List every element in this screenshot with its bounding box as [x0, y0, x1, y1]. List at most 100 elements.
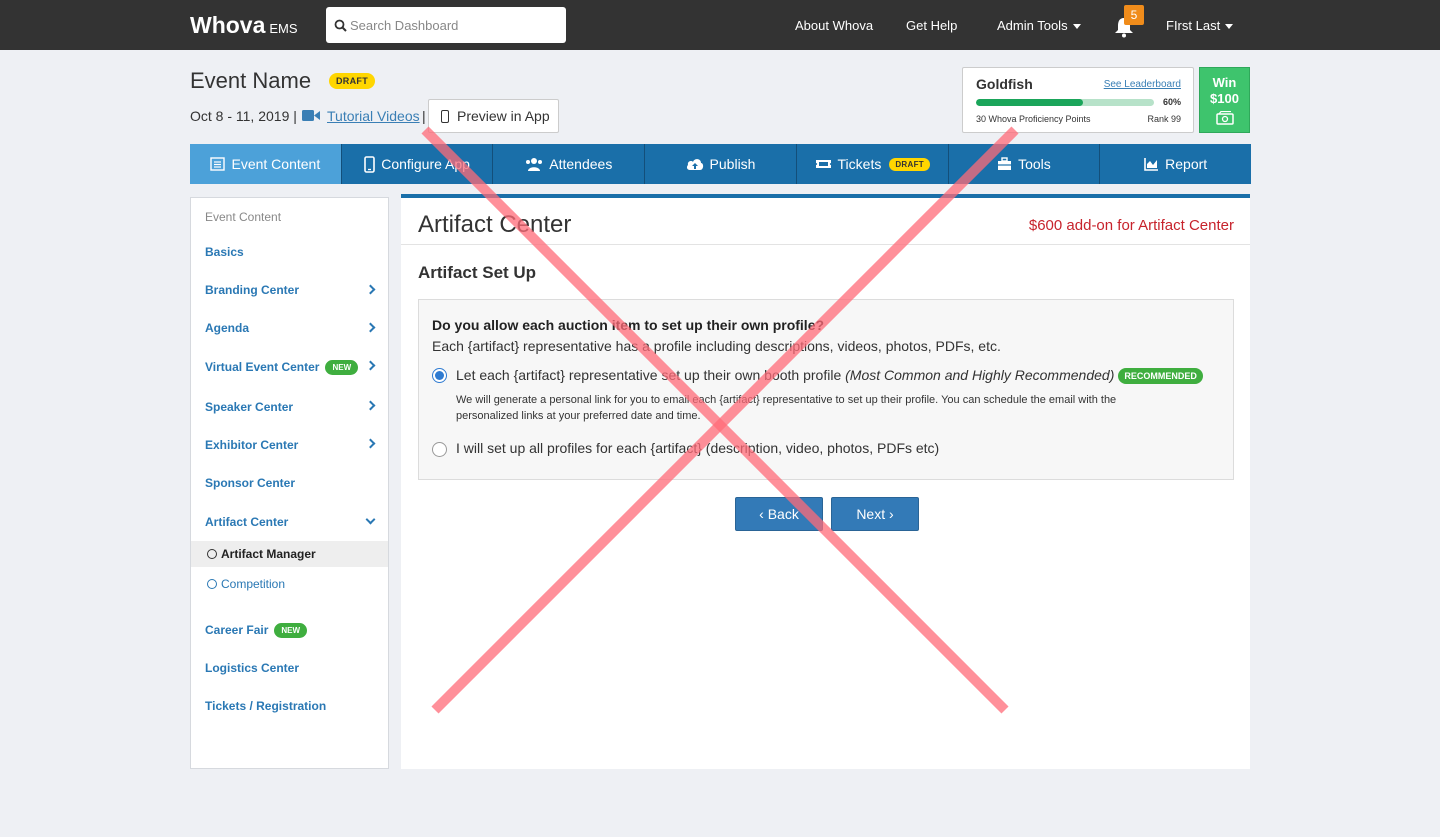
- circle-icon: [207, 579, 217, 589]
- rank-label: Rank 99: [1147, 114, 1181, 124]
- chevron-right-icon: ›: [889, 506, 894, 522]
- user-menu[interactable]: FIrst Last: [1166, 18, 1234, 33]
- sidebar-item-tickets-registration[interactable]: Tickets / Registration: [205, 699, 326, 713]
- caret-down-icon: [1225, 24, 1234, 29]
- divider: [401, 244, 1250, 245]
- recommended-badge: RECOMMENDED: [1118, 368, 1203, 384]
- circle-icon: [207, 549, 217, 559]
- radio-admin-setup[interactable]: [432, 442, 447, 457]
- artifact-center-panel: Artifact Center $600 add-on for Artifact…: [401, 194, 1250, 769]
- preview-label: Preview in App: [457, 108, 550, 124]
- progress-percent: 60%: [1162, 97, 1181, 107]
- win-100-button[interactable]: Win $100: [1199, 67, 1250, 133]
- win-label: Win: [1212, 75, 1237, 90]
- about-whova-link[interactable]: About Whova: [795, 18, 873, 33]
- sidebar-item-exhibitor-center[interactable]: Exhibitor Center: [205, 438, 298, 452]
- chevron-down-icon: [365, 514, 376, 525]
- tab-event-content[interactable]: Event Content: [190, 144, 342, 184]
- section-title: Artifact Set Up: [418, 263, 537, 282]
- chevron-right-icon: [365, 284, 376, 295]
- sidebar-item-branding-center[interactable]: Branding Center: [205, 283, 299, 297]
- sidebar-item-label: Virtual Event Center: [205, 360, 320, 374]
- separator: |: [422, 108, 426, 124]
- video-camera-icon: [302, 110, 320, 121]
- next-button[interactable]: Next ›: [831, 497, 919, 531]
- tab-label: Publish: [709, 156, 756, 172]
- sidebar-heading: Event Content: [205, 210, 282, 224]
- event-dates: Oct 8 - 11, 2019 |: [190, 108, 297, 124]
- tab-tools[interactable]: Tools: [949, 144, 1101, 184]
- next-label: Next: [856, 506, 886, 522]
- tab-label: Report: [1165, 156, 1208, 172]
- option-help-text: We will generate a personal link for you…: [456, 394, 1117, 422]
- top-navbar: WhovaEMS About Whova Get Help Admin Tool…: [0, 0, 1440, 50]
- addon-price-notice: $600 add-on for Artifact Center: [1028, 217, 1234, 234]
- sidebar-item-speaker-center[interactable]: Speaker Center: [205, 400, 293, 414]
- chevron-right-icon: [365, 322, 376, 333]
- tab-label: Tools: [1018, 156, 1051, 172]
- tab-report[interactable]: Report: [1100, 144, 1251, 184]
- sidebar-item-career-fair[interactable]: Career Fair NEW: [205, 623, 308, 638]
- chevron-left-icon: ‹: [759, 506, 764, 522]
- caret-down-icon: [1072, 24, 1081, 29]
- tab-configure-app[interactable]: Configure App: [342, 144, 494, 184]
- money-icon: [1215, 111, 1234, 125]
- notification-count-badge: 5: [1124, 5, 1144, 25]
- tutorial-videos-link[interactable]: Tutorial Videos: [327, 108, 420, 124]
- tickets-draft-badge: DRAFT: [889, 157, 930, 171]
- sidebar-item-artifact-center[interactable]: Artifact Center: [205, 515, 288, 529]
- cloud-upload-icon: [686, 159, 703, 170]
- preview-in-app-button[interactable]: Preview in App: [428, 99, 559, 133]
- ticket-icon: [815, 160, 831, 168]
- radio-self-setup[interactable]: [432, 368, 447, 383]
- search-box[interactable]: [326, 7, 566, 43]
- sidebar-subitem-artifact-manager[interactable]: Artifact Manager: [207, 547, 316, 561]
- whova-logo[interactable]: Whova EMS: [190, 12, 298, 39]
- subitem-label: Artifact Manager: [221, 547, 316, 561]
- chevron-right-icon: [365, 360, 376, 371]
- mobile-phone-icon: [441, 110, 449, 123]
- proficiency-leaderboard-card: Goldfish See Leaderboard 60% 30 Whova Pr…: [962, 67, 1194, 133]
- chart-icon: [1144, 158, 1159, 171]
- tab-label: Configure App: [381, 156, 470, 172]
- new-badge: NEW: [274, 623, 308, 638]
- sidebar-item-agenda[interactable]: Agenda: [205, 321, 249, 335]
- new-badge: NEW: [325, 360, 359, 375]
- level-name: Goldfish: [976, 76, 1033, 92]
- search-input[interactable]: [350, 7, 560, 43]
- list-icon: [210, 157, 226, 171]
- option-text: Let each {artifact} representative set u…: [456, 367, 842, 383]
- admin-tools-label: Admin Tools: [997, 18, 1068, 33]
- back-button[interactable]: ‹ Back: [735, 497, 823, 531]
- question-description: Each {artifact} representative has a pro…: [432, 338, 1001, 354]
- see-leaderboard-link[interactable]: See Leaderboard: [1104, 79, 1181, 90]
- sidebar-item-label: Career Fair: [205, 623, 269, 637]
- draft-badge: DRAFT: [329, 73, 375, 89]
- proficiency-progress-bar: [976, 99, 1154, 106]
- tab-tickets[interactable]: Tickets DRAFT: [797, 144, 949, 184]
- progress-fill: [976, 99, 1083, 106]
- sidebar-item-virtual-event-center[interactable]: Virtual Event Center NEW: [205, 360, 359, 375]
- chevron-right-icon: [365, 438, 376, 449]
- proficiency-points: 30 Whova Proficiency Points: [976, 114, 1091, 124]
- event-content-sidebar: Event Content Basics Branding Center Age…: [190, 197, 389, 769]
- sidebar-item-sponsor-center[interactable]: Sponsor Center: [205, 476, 295, 490]
- option-emphasis: (Most Common and Highly Recommended): [845, 367, 1115, 383]
- win-amount: $100: [1210, 91, 1239, 106]
- sidebar-item-basics[interactable]: Basics: [205, 245, 244, 259]
- tab-label: Attendees: [549, 156, 613, 172]
- tab-attendees[interactable]: Attendees: [493, 144, 646, 184]
- admin-tools-menu[interactable]: Admin Tools: [997, 18, 1081, 33]
- user-name: FIrst Last: [1166, 18, 1221, 33]
- back-label: Back: [767, 506, 799, 522]
- tab-publish[interactable]: Publish: [645, 144, 797, 184]
- sidebar-subitem-competition[interactable]: Competition: [207, 577, 285, 591]
- option-admin-setup-label[interactable]: I will set up all profiles for each {art…: [456, 440, 939, 456]
- toolbox-icon: [998, 157, 1012, 170]
- chevron-right-icon: [365, 400, 376, 411]
- get-help-link[interactable]: Get Help: [906, 18, 957, 33]
- option-self-setup-label[interactable]: Let each {artifact} representative set u…: [456, 367, 1203, 384]
- page-title: Artifact Center: [418, 211, 572, 238]
- main-tab-bar: Event Content Configure App Attendees Pu…: [190, 144, 1251, 184]
- sidebar-item-logistics-center[interactable]: Logistics Center: [205, 661, 299, 675]
